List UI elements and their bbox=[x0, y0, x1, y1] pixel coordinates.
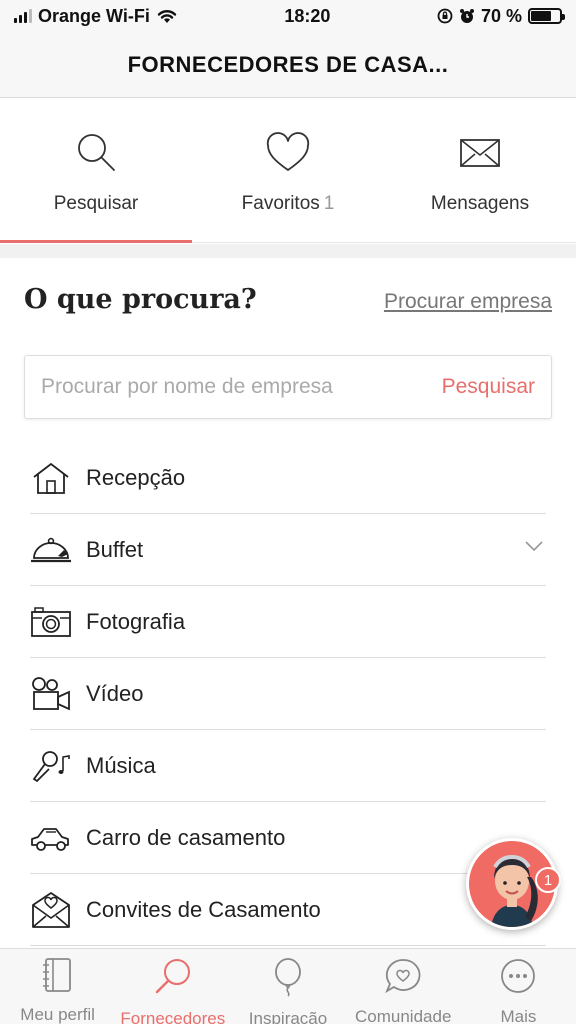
category-item-fotografia[interactable]: Fotografia bbox=[30, 586, 546, 658]
category-label: Buffet bbox=[86, 536, 144, 562]
nav-fornecedores[interactable]: Fornecedores bbox=[115, 949, 230, 1024]
category-label: Recepção bbox=[86, 464, 186, 490]
tab-search[interactable]: Pesquisar bbox=[0, 99, 192, 243]
tab-label: Mensagens bbox=[430, 193, 530, 214]
tab-label: Pesquisar bbox=[53, 193, 139, 214]
carrier-label: Orange Wi-Fi bbox=[38, 5, 150, 26]
video-camera-icon bbox=[30, 676, 72, 712]
clock: 18:20 bbox=[284, 5, 331, 26]
nav-comunidade[interactable]: Comunidade bbox=[346, 949, 461, 1024]
more-icon bbox=[498, 957, 538, 995]
tab-messages[interactable]: Mensagens bbox=[384, 99, 576, 242]
envelope-icon bbox=[455, 129, 505, 177]
title-bar: FORNECEDORES DE CASA... bbox=[0, 32, 576, 98]
favorites-count: 1 bbox=[323, 193, 335, 214]
notebook-icon bbox=[38, 957, 78, 993]
nav-label: Meu perfil bbox=[20, 1005, 95, 1024]
category-item-recepcao[interactable]: Recepção bbox=[30, 442, 546, 514]
bottom-nav: Meu perfil Fornecedores Inspiração Comun… bbox=[0, 948, 576, 1024]
battery-percent: 70 % bbox=[480, 5, 522, 26]
nav-inspiracao[interactable]: Inspiração bbox=[230, 949, 345, 1024]
search-icon bbox=[71, 129, 121, 177]
nav-label: Fornecedores bbox=[120, 1009, 226, 1024]
alarm-icon bbox=[459, 9, 474, 23]
nav-label: Inspiração bbox=[248, 1009, 328, 1024]
chat-heart-icon bbox=[383, 957, 423, 995]
section-divider bbox=[0, 244, 576, 258]
category-label: Fotografia bbox=[86, 608, 186, 634]
assistant-avatar-button[interactable]: 1 bbox=[466, 838, 561, 930]
category-item-musica[interactable]: Música bbox=[30, 730, 546, 802]
search-button[interactable]: Pesquisar bbox=[442, 375, 535, 399]
magnifier-icon bbox=[153, 957, 193, 997]
category-label: Carro de casamento bbox=[86, 824, 286, 850]
section-heading: O que procura? bbox=[24, 284, 257, 315]
orientation-lock-icon bbox=[437, 8, 453, 24]
category-item-video[interactable]: Vídeo bbox=[30, 658, 546, 730]
category-label: Convites de Casamento bbox=[86, 896, 321, 922]
signal-icon bbox=[14, 9, 32, 23]
camera-icon bbox=[30, 604, 72, 640]
top-tabs: Pesquisar Favoritos 1 Mensagens bbox=[0, 99, 576, 243]
cloche-icon bbox=[30, 532, 72, 568]
nav-label: Comunidade bbox=[355, 1007, 452, 1024]
section-heading-row: O que procura? Procurar empresa bbox=[24, 284, 552, 315]
chevron-down-icon[interactable] bbox=[524, 540, 544, 552]
search-box: Pesquisar bbox=[24, 355, 552, 419]
tab-favorites[interactable]: Favoritos 1 bbox=[192, 99, 384, 242]
page-title: FORNECEDORES DE CASA... bbox=[127, 51, 449, 77]
car-icon bbox=[30, 820, 72, 856]
status-bar: Orange Wi-Fi 18:20 70 % bbox=[0, 0, 576, 32]
battery-icon bbox=[527, 8, 565, 24]
house-icon bbox=[30, 460, 72, 496]
search-input[interactable] bbox=[41, 375, 411, 399]
nav-label: Mais bbox=[500, 1007, 537, 1024]
category-label: Música bbox=[86, 752, 156, 778]
nav-meu-perfil[interactable]: Meu perfil bbox=[0, 949, 115, 1024]
balloon-icon bbox=[268, 957, 308, 997]
microphone-icon bbox=[30, 748, 72, 784]
category-label: Vídeo bbox=[86, 680, 144, 706]
notification-badge: 1 bbox=[535, 867, 561, 893]
category-item-buffet[interactable]: Buffet bbox=[30, 514, 546, 586]
tab-label: Favoritos bbox=[241, 193, 320, 214]
heart-icon bbox=[263, 129, 313, 177]
search-company-link[interactable]: Procurar empresa bbox=[384, 290, 552, 314]
nav-mais[interactable]: Mais bbox=[461, 949, 576, 1024]
wifi-icon bbox=[157, 10, 177, 23]
invitation-icon bbox=[30, 891, 72, 928]
